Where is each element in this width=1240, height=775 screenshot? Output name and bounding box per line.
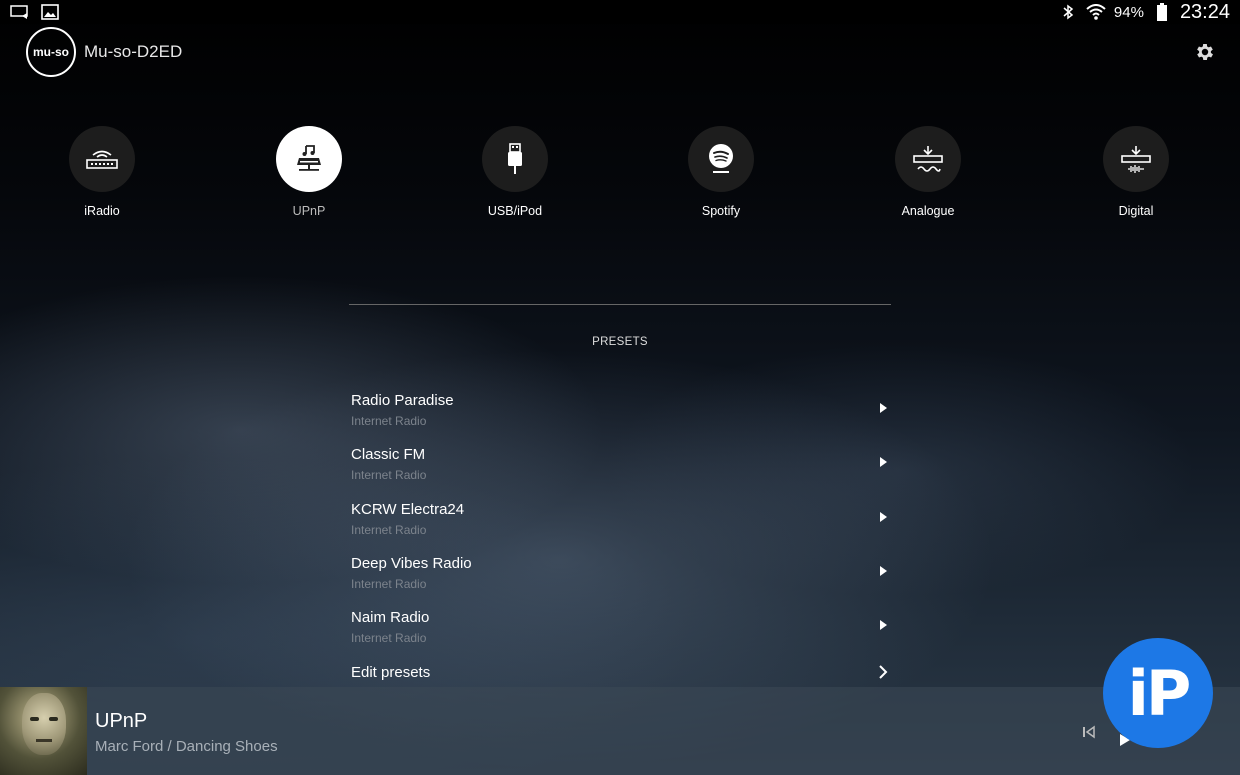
now-playing-bar[interactable]: UPnP Marc Ford / Dancing Shoes: [0, 687, 1240, 775]
usb-icon: [508, 143, 522, 174]
presets-title: PRESETS: [592, 336, 648, 348]
previous-track-icon[interactable]: [1081, 725, 1097, 739]
gallery-icon: [40, 4, 60, 20]
preset-name: Radio Paradise: [351, 392, 454, 409]
source-circle: [1103, 126, 1169, 192]
source-circle: [276, 126, 342, 192]
digital-input-icon: [1121, 146, 1151, 173]
settings-button[interactable]: [1192, 39, 1218, 65]
now-playing-source: UPnP: [95, 710, 148, 732]
preset-name: Deep Vibes Radio: [351, 554, 472, 572]
play-icon[interactable]: [877, 619, 889, 631]
source-usb-ipod[interactable]: USB/iPod: [455, 126, 575, 218]
source-digital[interactable]: Digital: [1076, 126, 1196, 218]
wifi-icon: [1086, 4, 1106, 20]
device-name: Mu-so-D2ED: [84, 42, 183, 61]
gear-icon: [1197, 44, 1213, 60]
router-icon: [86, 150, 118, 169]
source-label: USB/iPod: [487, 204, 543, 218]
preset-name: KCRW Electra24: [351, 500, 465, 518]
preset-type: Internet Radio: [351, 576, 427, 591]
play-icon[interactable]: [877, 511, 889, 523]
source-iradio[interactable]: iRadio: [42, 126, 162, 218]
preset-item[interactable]: Radio Paradise Internet Radio: [349, 390, 891, 444]
source-upnp[interactable]: UPnP: [249, 126, 369, 218]
preset-list: Radio Paradise Internet Radio Classic FM…: [349, 390, 891, 661]
source-circle: [69, 126, 135, 192]
play-icon[interactable]: [877, 456, 889, 468]
preset-item[interactable]: KCRW Electra24 Internet Radio: [349, 499, 891, 553]
battery-percent: 94%: [1113, 3, 1144, 21]
spotify-icon: [709, 144, 733, 173]
source-circle: [482, 126, 548, 192]
source-label: UPnP: [292, 204, 326, 218]
chevron-right-icon: [879, 665, 888, 679]
preset-type: Internet Radio: [351, 522, 427, 537]
preset-type: Internet Radio: [351, 468, 427, 483]
source-circle: [895, 126, 961, 192]
app-header: mu-so Mu-so-D2ED: [0, 24, 1240, 80]
preset-name: Classic FM: [351, 446, 426, 464]
cast-icon: [10, 4, 30, 20]
source-analogue[interactable]: Analogue: [868, 126, 988, 218]
play-icon[interactable]: [877, 402, 889, 414]
preset-type: Internet Radio: [351, 414, 427, 428]
source-circle: [688, 126, 754, 192]
source-label: iRadio: [84, 204, 120, 218]
preset-type: Internet Radio: [351, 631, 427, 646]
album-art: [0, 687, 87, 775]
ip-logo-badge: iP: [1103, 638, 1213, 748]
source-selector: iRadio UPnP USB/iPod Spotify Analogue Di…: [0, 126, 1240, 226]
upnp-server-icon: [297, 145, 321, 171]
brand: mu-so Mu-so-D2ED: [26, 27, 182, 77]
source-label: Analogue: [901, 204, 955, 218]
preset-item[interactable]: Deep Vibes Radio Internet Radio: [349, 553, 891, 607]
preset-item[interactable]: Naim Radio Internet Radio: [349, 607, 891, 661]
divider: [349, 304, 891, 305]
source-spotify[interactable]: Spotify: [661, 126, 781, 218]
muso-logo: mu-so: [26, 27, 76, 77]
status-bar: 94% 23:24: [0, 0, 1240, 24]
bluetooth-icon: [1058, 4, 1078, 20]
analogue-input-icon: [913, 146, 943, 172]
edit-presets-button[interactable]: Edit presets: [349, 662, 891, 686]
now-playing-track: Marc Ford / Dancing Shoes: [95, 738, 278, 755]
clock: 23:24: [1179, 0, 1230, 23]
battery-icon: [1152, 3, 1172, 21]
preset-item[interactable]: Classic FM Internet Radio: [349, 444, 891, 498]
source-label: Digital: [1118, 204, 1154, 218]
play-icon[interactable]: [877, 565, 889, 577]
preset-name: Naim Radio: [351, 609, 430, 627]
edit-presets-label: Edit presets: [351, 664, 431, 681]
source-label: Spotify: [701, 204, 741, 218]
